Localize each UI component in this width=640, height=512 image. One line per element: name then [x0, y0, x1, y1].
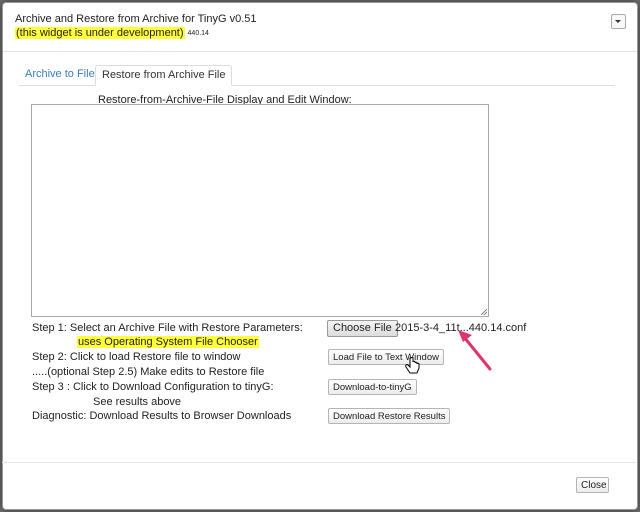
tab-archive-to-file[interactable]: Archive to File: [19, 65, 101, 84]
resize-grip-icon[interactable]: [481, 309, 487, 315]
chevron-down-icon[interactable]: [611, 14, 626, 29]
step2-label: Step 2: Click to load Restore file to wi…: [32, 351, 241, 363]
dialog-title: Archive and Restore from Archive for Tin…: [15, 13, 257, 25]
restore-text-window[interactable]: [31, 104, 489, 317]
choose-file-button[interactable]: Choose File: [327, 320, 398, 337]
tab-bar: Archive to File Restore from Archive Fil…: [19, 65, 615, 86]
version-label: 440.14: [187, 30, 209, 37]
tab-restore-from-archive[interactable]: Restore from Archive File: [95, 65, 233, 86]
step25-label: .....(optional Step 2.5) Make edits to R…: [32, 366, 265, 378]
results-label: See results above: [93, 396, 182, 408]
download-restore-results-button[interactable]: Download Restore Results: [328, 408, 451, 424]
pointer-arrow-icon: [458, 330, 492, 371]
load-file-button[interactable]: Load File to Text Window: [328, 349, 444, 365]
step1-note: uses Operating System File Chooser: [77, 336, 259, 348]
dev-notice: (this widget is under development): [15, 27, 185, 39]
diagnostic-label: Diagnostic: Download Results to Browser …: [32, 410, 292, 422]
dialog-footer: [2, 462, 636, 507]
dialog-header: Archive and Restore from Archive for Tin…: [3, 3, 637, 52]
download-to-tinyg-button[interactable]: Download-to-tinyG: [328, 379, 417, 395]
step3-label: Step 3 : Click to Download Configuration…: [32, 381, 274, 393]
hand-cursor-icon: [405, 357, 420, 374]
step1-label: Step 1: Select an Archive File with Rest…: [32, 322, 303, 334]
close-button[interactable]: Close: [576, 477, 609, 493]
dialog-subtitle: (this widget is under development) 440.14: [15, 27, 209, 39]
